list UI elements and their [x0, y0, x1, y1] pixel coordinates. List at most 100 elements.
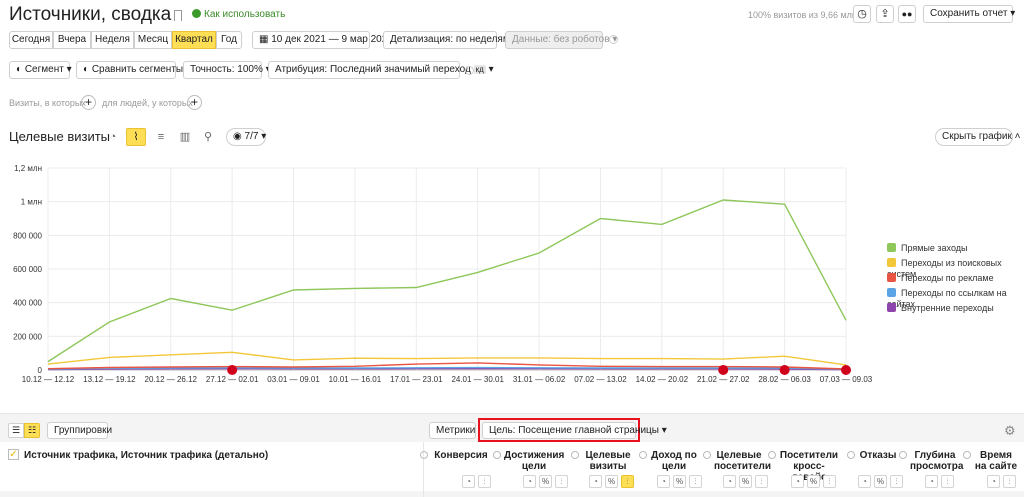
percent-icon[interactable]: % [807, 475, 820, 488]
bar-chart-icon[interactable]: ⫶ [621, 475, 634, 488]
sort-radio-icon[interactable] [571, 451, 579, 459]
pie-icon[interactable]: ◔ [791, 475, 804, 488]
sort-radio-icon[interactable] [703, 451, 711, 459]
bar-chart-icon[interactable]: ⫶ [823, 475, 836, 488]
settings-gear-icon[interactable]: ⚙ [1004, 424, 1016, 437]
legend-item[interactable]: Переходы по ссылкам на сайтах [887, 288, 1024, 309]
pie-icon[interactable]: ◔ [523, 475, 536, 488]
add-visits-condition-button[interactable]: + [81, 95, 96, 110]
metric-column-header[interactable]: Доход по цели [639, 450, 698, 472]
bar-chart-icon[interactable]: ⫶ [941, 475, 954, 488]
bar-chart-icon[interactable]: ⫶ [1003, 475, 1016, 488]
compare-segments-button[interactable]: ◐ Сравнить сегменты ▾ [76, 61, 191, 79]
percent-icon[interactable]: % [605, 475, 618, 488]
sort-radio-icon[interactable] [420, 451, 428, 459]
metric-column-header[interactable]: Целевые посетители [703, 450, 771, 472]
legend-item[interactable]: Прямые заходы [887, 243, 967, 255]
metric-column-header[interactable]: Достижения цели [493, 450, 564, 472]
sort-radio-icon[interactable] [963, 451, 971, 459]
sort-radio-icon[interactable] [493, 451, 501, 459]
x-tick-label: 03.01 — 09.01 [267, 375, 320, 384]
how-to-use-link[interactable]: Как использовать [192, 9, 285, 21]
period-button[interactable]: Неделя [91, 31, 134, 49]
pie-icon[interactable]: ◔ [723, 475, 736, 488]
metric-column-header[interactable]: Глубина просмотра [899, 450, 963, 472]
save-report-button[interactable]: Сохранить отчет ▾ [923, 5, 1015, 23]
area-chart-type-button[interactable]: ≡ [152, 128, 170, 146]
share-icon: ●● [901, 9, 913, 19]
dimension-checkbox[interactable]: ✓ [8, 449, 19, 460]
list-view-button[interactable]: ☰ [8, 423, 24, 438]
period-button[interactable]: Месяц [134, 31, 172, 49]
sort-radio-icon[interactable] [899, 451, 907, 459]
pie-icon[interactable]: ◔ [657, 475, 670, 488]
metric-column-header[interactable]: Отказы [847, 450, 898, 461]
metric-column-header[interactable]: Конверсия [420, 450, 491, 461]
metric-column-label: Конверсия [434, 450, 488, 461]
legend-item[interactable]: Внутренние переходы [887, 303, 994, 315]
legend-checkbox[interactable] [887, 243, 896, 252]
metric-column-label: Время на сайте [974, 450, 1018, 472]
pie-chart-type-button[interactable]: ◔ [104, 128, 122, 146]
annotation-marker [227, 365, 238, 375]
percent-icon[interactable]: % [539, 475, 552, 488]
bar-chart-icon[interactable]: ⫶ [890, 475, 903, 488]
map-chart-type-button[interactable]: ⚲ [199, 128, 217, 146]
tree-icon: ☷ [27, 425, 37, 435]
period-button[interactable]: Сегодня [9, 31, 53, 49]
tree-view-button[interactable]: ☷ [24, 423, 40, 438]
legend-item[interactable]: Переходы из поисковых систем [887, 258, 1024, 279]
bar-chart-type-button[interactable]: ▥ [176, 128, 194, 146]
line-chart-type-button[interactable]: ⌇ [126, 128, 146, 146]
legend-item[interactable]: Переходы по рекламе [887, 273, 994, 285]
date-range-picker[interactable]: ▦ 10 дек 2021 — 9 мар 2022 [252, 31, 393, 49]
plus-icon: + [190, 95, 198, 109]
accuracy-select[interactable]: Точность: 100% ▾ [183, 61, 271, 79]
segment-button[interactable]: ◐ Сегмент ▾ [9, 61, 72, 79]
metric-column-header[interactable]: Целевые визиты [571, 450, 634, 472]
metric-column-header[interactable]: Время на сайте [963, 450, 1018, 472]
series-count-select[interactable]: ◉ 7/7 ▾ [226, 128, 266, 146]
period-button[interactable]: Год [216, 31, 242, 49]
help-icon[interactable] [609, 35, 618, 44]
export-button[interactable]: ⇪ [876, 5, 894, 23]
people-condition-label: для людей, у которых [102, 98, 193, 108]
period-button[interactable]: Вчера [53, 31, 91, 49]
detail-select[interactable]: Детализация: по неделям ▾ [383, 31, 518, 49]
clock-button[interactable]: ◷ [853, 5, 871, 23]
legend-label: Прямые заходы [901, 243, 968, 253]
share-button[interactable]: ●● [898, 5, 916, 23]
percent-icon[interactable]: % [673, 475, 686, 488]
bookmark-icon[interactable] [174, 10, 182, 21]
metric-column-label: Отказы [859, 450, 897, 461]
sort-radio-icon[interactable] [768, 451, 776, 459]
series-line [47, 199, 847, 363]
goal-select[interactable]: Цель: Посещение главной страницы ▾ [482, 422, 667, 439]
percent-icon[interactable]: % [739, 475, 752, 488]
bar-chart-icon[interactable]: ⫶ [478, 475, 491, 488]
bar-chart-icon[interactable]: ⫶ [689, 475, 702, 488]
bar-chart-icon[interactable]: ⫶ [755, 475, 768, 488]
period-button[interactable]: Квартал [172, 31, 216, 49]
attribution-select[interactable]: Атрибуция: Последний значимый переход кд… [268, 61, 494, 79]
pie-icon[interactable]: ◔ [925, 475, 938, 488]
pie-icon[interactable]: ◔ [589, 475, 602, 488]
percent-icon[interactable]: % [874, 475, 887, 488]
metrics-button[interactable]: Метрики [429, 422, 476, 439]
sort-radio-icon[interactable] [847, 451, 855, 459]
bar-chart-icon[interactable]: ⫶ [555, 475, 568, 488]
groupings-button[interactable]: Группировки [47, 422, 112, 439]
pie-icon[interactable]: ◔ [987, 475, 1000, 488]
pie-icon[interactable]: ◔ [462, 475, 475, 488]
legend-checkbox[interactable] [887, 288, 896, 297]
sort-radio-icon[interactable] [639, 451, 647, 459]
help-icon[interactable] [465, 66, 474, 75]
add-people-condition-button[interactable]: + [187, 95, 202, 110]
legend-checkbox[interactable] [887, 258, 896, 267]
hide-chart-button[interactable]: Скрыть график ˄ [935, 128, 1021, 146]
data-filter-select[interactable]: Данные: без роботов ▾ [505, 31, 617, 49]
legend-checkbox[interactable] [887, 303, 896, 312]
pie-icon[interactable]: ◔ [858, 475, 871, 488]
legend-checkbox[interactable] [887, 273, 896, 282]
x-tick-label: 07.02 — 13.02 [574, 375, 627, 384]
